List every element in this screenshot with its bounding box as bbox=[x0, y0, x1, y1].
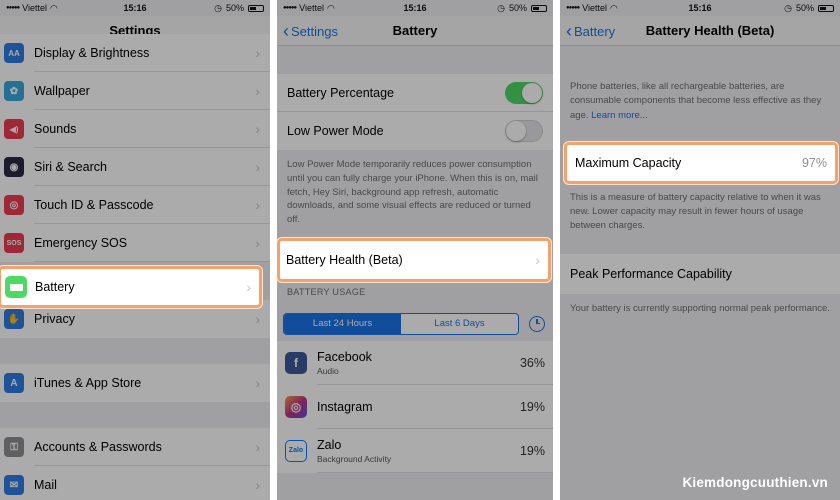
chevron-right-icon: › bbox=[255, 311, 260, 327]
zalo-icon: Zalo bbox=[285, 439, 307, 462]
battery-panel: ●●●●● Viettel ◠ 15:16 ◷ 50% ‹ Settings Batte… bbox=[277, 0, 553, 500]
battery-intro-note: Phone batteries, like all rechargeable b… bbox=[570, 81, 822, 121]
settings-item-itunes[interactable]: AiTunes & App Store › bbox=[0, 364, 270, 402]
app-usage-row[interactable]: Zalo Zalo Background Activity 19% bbox=[277, 428, 553, 473]
hand-icon: ✋ bbox=[4, 309, 24, 329]
status-bar: ●●●●● Viettel ◠ 15:16 ◷ 50% bbox=[0, 0, 270, 16]
chevron-right-icon: › bbox=[246, 279, 251, 295]
settings-item-battery[interactable]: Battery › bbox=[0, 266, 262, 308]
low-power-mode-toggle[interactable] bbox=[505, 120, 543, 142]
maximum-capacity-value: 97% bbox=[801, 156, 827, 170]
app-usage-row[interactable]: ◎ Instagram 19% bbox=[277, 384, 553, 429]
sos-icon: SOS bbox=[4, 233, 24, 253]
chevron-right-icon: › bbox=[255, 197, 260, 213]
settings-item-sounds[interactable]: ◀) Sounds › bbox=[0, 110, 270, 148]
page-title: Battery Health (Beta) bbox=[645, 23, 775, 38]
back-button[interactable]: ‹ Battery bbox=[566, 16, 615, 46]
chevron-right-icon: › bbox=[255, 235, 260, 251]
settings-item-touch-id[interactable]: ◎ Touch ID & Passcode › bbox=[0, 186, 270, 224]
facebook-icon: f bbox=[285, 351, 307, 374]
battery-icon bbox=[5, 276, 27, 298]
chevron-right-icon: › bbox=[255, 45, 260, 61]
capacity-note: This is a measure of battery capacity re… bbox=[570, 191, 821, 232]
chevron-right-icon: › bbox=[255, 439, 260, 455]
settings-item-mail[interactable]: ✉ Mail › bbox=[0, 466, 270, 500]
battery-percentage-toggle[interactable] bbox=[505, 81, 543, 104]
nav-bar: ‹ Battery Battery Health (Beta) bbox=[560, 16, 840, 46]
peak-performance-row: Peak Performance Capability bbox=[560, 253, 840, 294]
battery-percentage-row: Battery Percentage bbox=[277, 74, 553, 112]
chevron-left-icon: ‹ bbox=[566, 21, 572, 41]
fingerprint-icon: ◎ bbox=[4, 195, 24, 215]
learn-more-link[interactable]: Learn more... bbox=[591, 110, 648, 121]
watermark: Kiemdongcuuthien.vn bbox=[682, 475, 828, 490]
siri-icon: ◉ bbox=[4, 157, 24, 177]
mail-icon: ✉ bbox=[4, 475, 24, 495]
clock-icon[interactable] bbox=[529, 315, 545, 332]
chevron-left-icon: ‹ bbox=[283, 21, 289, 41]
app-usage-row[interactable]: f Facebook Audio 36% bbox=[277, 340, 553, 385]
chevron-right-icon: › bbox=[255, 121, 260, 137]
chevron-right-icon: › bbox=[535, 252, 540, 268]
settings-item-siri[interactable]: ◉ Siri & Search › bbox=[0, 148, 270, 186]
battery-status-icon bbox=[818, 4, 834, 12]
settings-item-accounts[interactable]: ⚿ Accounts & Passwords › bbox=[0, 428, 270, 466]
back-button[interactable]: ‹ Settings bbox=[283, 16, 338, 46]
settings-item-wallpaper[interactable]: ✿ Wallpaper › bbox=[0, 72, 270, 110]
maximum-capacity-row: Maximum Capacity 97% bbox=[564, 142, 838, 184]
status-bar: ●●●●● Viettel ◠ 15:16 ◷ 50% bbox=[277, 0, 553, 16]
app-store-icon: A bbox=[4, 373, 24, 393]
text-size-icon: AA bbox=[4, 43, 24, 63]
chevron-right-icon: › bbox=[255, 83, 260, 99]
chevron-right-icon: › bbox=[255, 477, 260, 493]
flower-icon: ✿ bbox=[4, 81, 24, 101]
usage-period-segmented-control: Last 24 Hours Last 6 Days bbox=[283, 312, 519, 335]
battery-status-icon bbox=[248, 4, 264, 12]
battery-usage-header: BATTERY USAGE bbox=[287, 286, 366, 297]
peak-performance-note: Your battery is currently supporting nor… bbox=[570, 302, 830, 314]
segment-last-6-days[interactable]: Last 6 Days bbox=[401, 313, 518, 334]
segment-last-24-hours[interactable]: Last 24 Hours bbox=[284, 313, 401, 334]
battery-status-icon bbox=[531, 4, 547, 12]
settings-panel: ●●●●● Viettel ◠ 15:16 ◷ 50% Settings AA Disp… bbox=[0, 0, 270, 500]
key-icon: ⚿ bbox=[4, 437, 24, 457]
battery-health-row[interactable]: Battery Health (Beta) › bbox=[277, 238, 551, 282]
low-power-mode-row: Low Power Mode bbox=[277, 112, 553, 150]
battery-health-panel: ●●●●● Viettel ◠ 15:16 ◷ 50% ‹ Battery Batter… bbox=[560, 0, 840, 500]
settings-item-sos[interactable]: SOS Emergency SOS › bbox=[0, 224, 270, 262]
status-bar: ●●●●● Viettel ◠ 15:16 ◷ 50% bbox=[560, 0, 840, 16]
low-power-note: Low Power Mode temporarily reduces power… bbox=[287, 159, 538, 226]
chevron-right-icon: › bbox=[255, 159, 260, 175]
instagram-icon: ◎ bbox=[285, 395, 307, 418]
settings-item-display[interactable]: AA Display & Brightness › bbox=[0, 34, 270, 72]
status-time: 15:16 bbox=[123, 3, 147, 13]
page-title: Battery bbox=[392, 23, 438, 38]
speaker-icon: ◀) bbox=[4, 119, 24, 139]
chevron-right-icon: › bbox=[255, 375, 260, 391]
nav-bar: ‹ Settings Battery bbox=[277, 16, 553, 46]
